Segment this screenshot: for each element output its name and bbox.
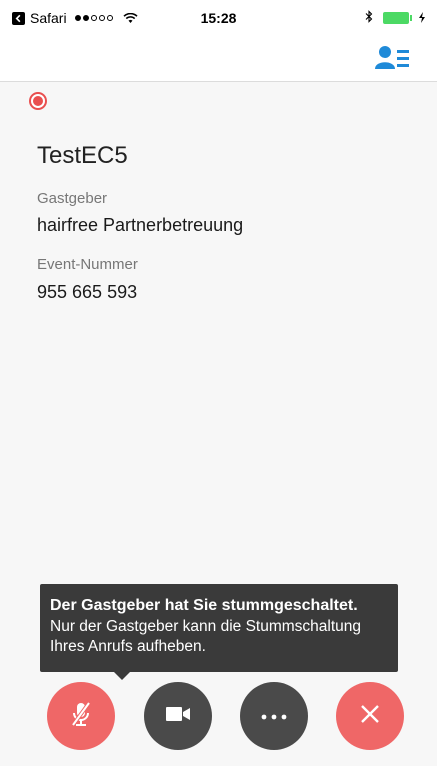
mute-button[interactable] — [47, 682, 115, 750]
more-options-button[interactable] — [240, 682, 308, 750]
status-bar: Safari 15:28 — [0, 0, 437, 36]
toast-body: Nur der Gastgeber kann die Stummschaltun… — [50, 618, 362, 655]
participants-list-icon — [375, 46, 411, 76]
charging-icon — [419, 10, 425, 26]
status-right — [365, 10, 425, 26]
host-name: hairfree Partnerbetreuung — [37, 215, 244, 235]
top-bar — [0, 36, 437, 82]
bluetooth-icon — [365, 10, 373, 26]
microphone-muted-icon — [69, 700, 93, 733]
muted-notification-toast: Der Gastgeber hat Sie stummgeschaltet. N… — [40, 584, 398, 680]
recording-indicator-icon — [29, 92, 47, 110]
video-button[interactable] — [144, 682, 212, 750]
event-number: 955 665 593 — [37, 282, 138, 302]
battery-icon — [383, 12, 412, 24]
ellipsis-icon — [261, 707, 287, 725]
video-camera-icon — [165, 705, 191, 728]
participants-button[interactable] — [375, 44, 411, 72]
close-icon — [359, 703, 381, 730]
meeting-title: TestEC5 — [37, 142, 128, 169]
event-number-label: Event-Nummer — [37, 256, 138, 273]
host-label: Gastgeber — [37, 190, 108, 207]
leave-meeting-button[interactable] — [336, 682, 404, 750]
toast-title: Der Gastgeber hat Sie stummgeschaltet. — [50, 597, 358, 614]
